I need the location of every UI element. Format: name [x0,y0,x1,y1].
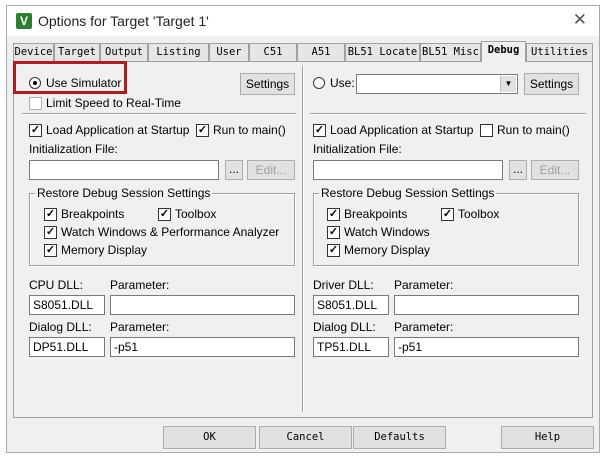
close-icon[interactable]: ✕ [573,10,587,30]
tab-device[interactable]: Device [13,43,54,62]
right-restore-group-label: Restore Debug Session Settings [319,186,497,200]
right-dialog-dll-label: Dialog DLL: [313,320,376,334]
right-load-app-label[interactable]: Load Application at Startup [330,123,473,137]
left-restore-group-label: Restore Debug Session Settings [35,186,213,200]
tab-c51[interactable]: C51 [249,43,297,62]
tab-a51[interactable]: A51 [297,43,345,62]
right-memory-checkbox[interactable]: ✓ [327,244,340,257]
right-breakpoints-checkbox[interactable]: ✓ [327,208,340,221]
left-watch-label[interactable]: Watch Windows & Performance Analyzer [61,225,279,239]
right-watch-checkbox[interactable]: ✓ [327,226,340,239]
left-separator [22,113,296,115]
target-driver-select[interactable]: ▼ [356,74,518,94]
right-run-to-main-label[interactable]: Run to main() [497,123,570,137]
keil-app-icon: V [16,13,32,29]
right-toolbox-checkbox[interactable]: ✓ [441,208,454,221]
driver-dll-input[interactable]: S8051.DLL [313,295,389,315]
right-watch-label[interactable]: Watch Windows [344,225,430,239]
left-browse-button[interactable]: ... [225,160,243,180]
annotation-highlight-box [13,61,127,94]
left-toolbox-label[interactable]: Toolbox [175,207,216,221]
help-button[interactable]: Help [501,426,594,449]
tab-utilities[interactable]: Utilities [526,43,593,62]
left-dialog-parameter-label: Parameter: [110,320,170,334]
left-breakpoints-label[interactable]: Breakpoints [61,207,124,221]
left-edit-button[interactable]: Edit... [247,160,295,180]
right-run-to-main-checkbox[interactable] [480,124,493,137]
title-bar: V Options for Target 'Target 1' ✕ [7,6,599,36]
left-memory-checkbox[interactable]: ✓ [44,244,57,257]
target-settings-button[interactable]: Settings [524,73,579,95]
tab-target[interactable]: Target [54,43,100,62]
right-browse-button[interactable]: ... [509,160,527,180]
cancel-button[interactable]: Cancel [259,426,352,449]
simulator-settings-button[interactable]: Settings [240,73,295,95]
chevron-down-icon[interactable]: ▼ [500,76,516,92]
cpu-dll-parameter-label: Parameter: [110,278,170,292]
left-memory-label[interactable]: Memory Display [61,243,147,257]
right-dialog-parameter-input[interactable]: -p51 [394,337,579,357]
driver-dll-label: Driver DLL: [313,278,374,292]
defaults-button[interactable]: Defaults [353,426,446,449]
tab-strip: Device Target Output Listing User C51 A5… [13,41,593,62]
right-dialog-dll-input[interactable]: TP51.DLL [313,337,389,357]
window-title: Options for Target 'Target 1' [38,13,209,29]
left-run-to-main-label[interactable]: Run to main() [213,123,286,137]
ok-button[interactable]: OK [163,426,256,449]
left-breakpoints-checkbox[interactable]: ✓ [44,208,57,221]
use-target-label[interactable]: Use: [330,76,355,90]
left-load-app-checkbox[interactable]: ✓ [29,124,42,137]
left-dialog-dll-input[interactable]: DP51.DLL [29,337,105,357]
right-load-app-checkbox[interactable]: ✓ [313,124,326,137]
tab-debug[interactable]: Debug [481,41,526,62]
left-toolbox-checkbox[interactable]: ✓ [158,208,171,221]
right-memory-label[interactable]: Memory Display [344,243,430,257]
driver-dll-parameter-input[interactable] [394,295,579,315]
left-load-app-label[interactable]: Load Application at Startup [46,123,189,137]
cpu-dll-label: CPU DLL: [29,278,84,292]
use-target-radio[interactable] [313,77,325,89]
left-init-file-label: Initialization File: [29,142,118,156]
right-init-file-label: Initialization File: [313,142,402,156]
left-dialog-parameter-input[interactable]: -p51 [110,337,295,357]
cpu-dll-input[interactable]: S8051.DLL [29,295,105,315]
tab-listing[interactable]: Listing [148,43,209,62]
left-run-to-main-checkbox[interactable]: ✓ [196,124,209,137]
right-breakpoints-label[interactable]: Breakpoints [344,207,407,221]
tab-bl51-locate[interactable]: BL51 Locate [345,43,420,62]
limit-speed-label[interactable]: Limit Speed to Real-Time [46,96,181,110]
tab-output[interactable]: Output [100,43,148,62]
driver-dll-parameter-label: Parameter: [394,278,454,292]
cpu-dll-parameter-input[interactable] [110,295,295,315]
left-dialog-dll-label: Dialog DLL: [29,320,92,334]
column-divider [302,66,304,412]
tab-bl51-misc[interactable]: BL51 Misc [420,43,481,62]
left-watch-checkbox[interactable]: ✓ [44,226,57,239]
debug-page: Use Simulator Settings Limit Speed to Re… [13,61,593,418]
right-separator [310,113,586,115]
right-init-file-input[interactable] [313,160,503,180]
tab-user[interactable]: User [209,43,249,62]
right-toolbox-label[interactable]: Toolbox [458,207,499,221]
right-edit-button[interactable]: Edit... [531,160,579,180]
limit-speed-checkbox[interactable] [29,97,42,110]
right-dialog-parameter-label: Parameter: [394,320,454,334]
left-init-file-input[interactable] [29,160,219,180]
